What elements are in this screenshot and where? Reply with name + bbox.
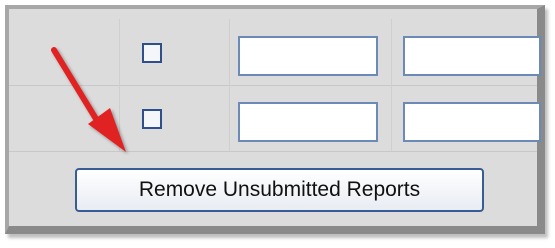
screenshot-frame: Remove Unsubmitted Reports — [0, 0, 555, 248]
cell-divider — [229, 85, 230, 151]
report-select-checkbox[interactable] — [142, 43, 162, 63]
red-arrow-pointing-icon — [51, 47, 126, 152]
report-select-checkbox[interactable] — [142, 109, 162, 129]
remove-unsubmitted-reports-button[interactable]: Remove Unsubmitted Reports — [75, 168, 484, 212]
report-field-b[interactable] — [403, 102, 541, 142]
cell-divider — [229, 19, 230, 85]
report-field-a[interactable] — [238, 36, 378, 76]
cell-divider — [391, 19, 392, 85]
report-field-b[interactable] — [403, 36, 541, 76]
cell-divider — [391, 85, 392, 151]
report-field-a[interactable] — [238, 102, 378, 142]
